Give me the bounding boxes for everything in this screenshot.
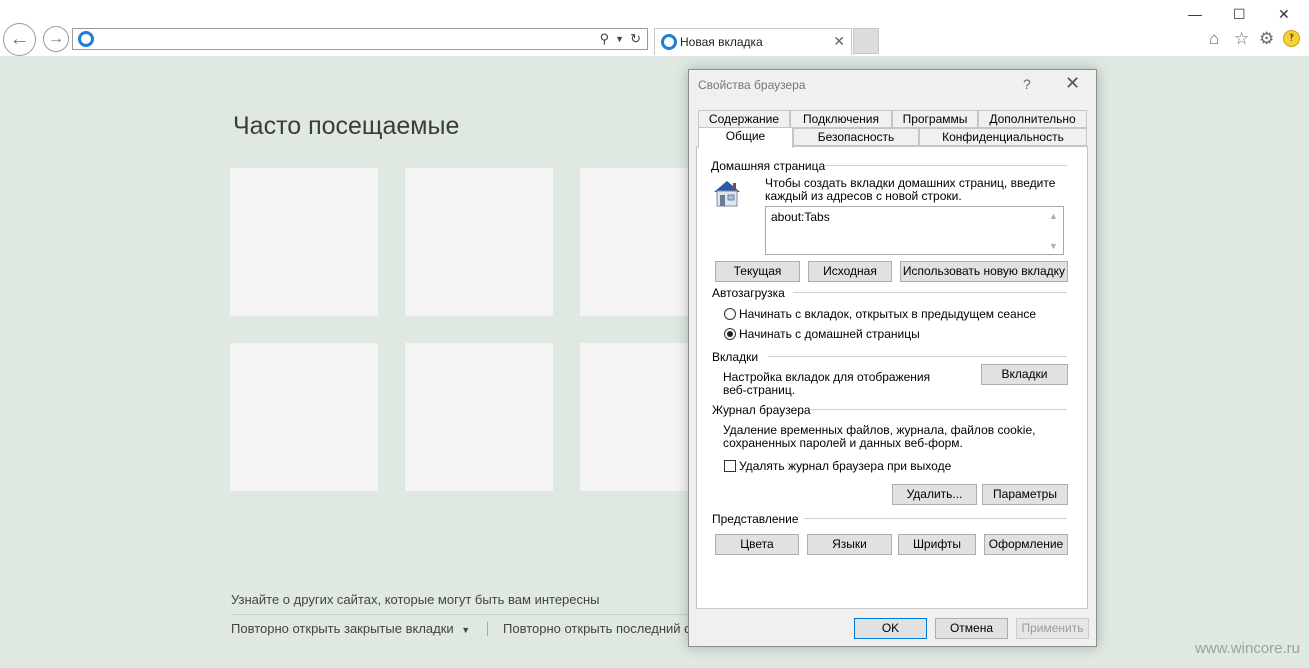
divider [231,614,691,615]
ie-icon [78,31,94,47]
tab-new-tab[interactable]: Новая вкладка ✕ [654,28,852,55]
appearance-group-label: Представление [712,512,799,526]
history-settings-button[interactable]: Параметры [982,484,1068,505]
home-icon[interactable]: ⌂ [1209,29,1219,49]
forward-icon: → [48,30,64,47]
startup-previous-session-label[interactable]: Начинать с вкладок, открытых в предыдуще… [739,308,1036,321]
forward-button[interactable]: → [43,26,69,52]
tab-connections[interactable]: Подключения [790,110,892,128]
discover-link[interactable]: Узнайте о других сайтах, которые могут б… [231,592,600,607]
site-tile[interactable] [405,168,553,316]
internet-options-dialog: Свойства браузера ? ✕ Содержание Подключ… [688,69,1097,647]
group-divider [804,518,1067,519]
tab-general[interactable]: Общие [698,127,793,148]
address-bar[interactable]: ⚲ ▼ ↻ [72,28,648,50]
tabs-group-label: Вкладки [712,350,759,364]
home-page-description: каждый из адресов с новой строки. [765,189,962,203]
settings-icon[interactable]: ⚙ [1259,29,1274,49]
back-button[interactable]: ← [3,23,36,56]
refresh-icon[interactable]: ↻ [630,31,641,47]
address-input[interactable] [97,30,601,48]
delete-history-on-exit-label[interactable]: Удалять журнал браузера при выходе [739,460,951,473]
scroll-up-icon[interactable]: ▲ [1049,211,1058,221]
apply-button[interactable]: Применить [1016,618,1089,639]
favorites-icon[interactable]: ☆ [1234,29,1249,49]
startup-previous-session-radio[interactable] [724,308,736,320]
home-page-textarea[interactable]: about:Tabs [765,206,1064,255]
home-page-group-label: Домашняя страница [711,159,826,173]
dialog-title: Свойства браузера [698,78,806,92]
history-group-label: Журнал браузера [712,403,811,417]
chevron-down-icon: ▼ [461,625,471,635]
site-tile[interactable] [405,343,553,491]
close-window-icon[interactable]: ✕ [1278,6,1290,23]
history-description: сохраненных паролей и данных веб-форм. [723,436,963,450]
close-icon[interactable]: ✕ [1065,73,1080,94]
tab-privacy[interactable]: Конфиденциальность [919,128,1087,146]
search-icon[interactable]: ⚲ [600,31,610,47]
tab-title: Новая вкладка [680,35,763,49]
smiley-icon[interactable]: ‽ [1283,30,1300,47]
dropdown-arrow-icon[interactable]: ▼ [615,31,624,47]
minimize-icon[interactable]: — [1188,6,1202,22]
watermark: www.wincore.ru [1194,640,1300,657]
fonts-button[interactable]: Шрифты [898,534,976,555]
delete-history-on-exit-checkbox[interactable] [724,460,736,472]
ie-icon [661,34,677,50]
site-tile[interactable] [230,343,378,491]
cancel-button[interactable]: Отмена [935,618,1008,639]
group-divider [768,356,1067,357]
group-divider [793,292,1067,293]
maximize-icon[interactable]: ☐ [1233,6,1246,23]
use-default-button[interactable]: Исходная [808,261,892,282]
divider [487,622,488,636]
reopen-last-session-link[interactable]: Повторно открыть последний с [503,621,691,636]
site-tile[interactable] [230,168,378,316]
languages-button[interactable]: Языки [807,534,892,555]
startup-home-page-label[interactable]: Начинать с домашней страницы [739,328,920,341]
ok-button[interactable]: OK [854,618,927,639]
back-icon: ← [9,28,30,50]
accessibility-button[interactable]: Оформление [984,534,1068,555]
tab-advanced[interactable]: Дополнительно [978,110,1087,128]
group-divider [825,165,1067,166]
browser-toolbar: ← → ⚲ ▼ ↻ Новая вкладка ✕ — ☐ ✕ ⌂ ☆ ⚙ ‽ [0,0,1309,57]
new-tab-button[interactable] [853,28,879,54]
reopen-closed-tabs-label: Повторно открыть закрытые вкладки [231,621,454,636]
tab-content[interactable]: Содержание [698,110,790,128]
startup-home-page-radio[interactable] [724,328,736,340]
group-divider [811,409,1067,410]
reopen-closed-tabs-link[interactable]: Повторно открыть закрытые вкладки ▼ [231,621,470,636]
scroll-down-icon[interactable]: ▼ [1049,241,1058,251]
house-icon [714,181,740,207]
tab-security[interactable]: Безопасность [793,128,919,146]
startup-group-label: Автозагрузка [712,286,785,300]
colors-button[interactable]: Цвета [715,534,799,555]
use-current-button[interactable]: Текущая [715,261,800,282]
frequent-sites-heading: Часто посещаемые [233,112,460,140]
tab-programs[interactable]: Программы [892,110,978,128]
tab-close-icon[interactable]: ✕ [833,33,845,50]
delete-history-button[interactable]: Удалить... [892,484,977,505]
help-icon[interactable]: ? [1023,76,1031,92]
tabs-description: веб-страниц. [723,383,796,397]
use-new-tab-button[interactable]: Использовать новую вкладку [900,261,1068,282]
tabs-settings-button[interactable]: Вкладки [981,364,1068,385]
